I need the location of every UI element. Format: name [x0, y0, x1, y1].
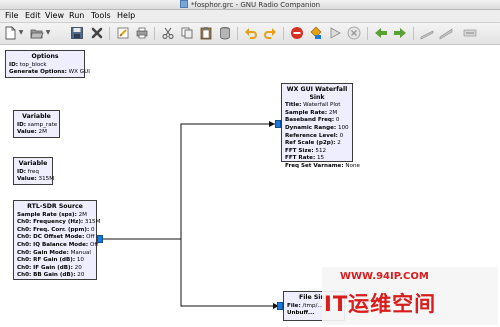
block-param: Ch0: Gain Mode: Manual	[17, 249, 91, 256]
menu-help[interactable]: Help	[117, 10, 135, 22]
waterfall-input-port[interactable]	[275, 120, 281, 128]
block-param: FFT Size: 512	[285, 147, 327, 154]
redo-icon[interactable]	[263, 26, 277, 40]
block-param: Ch0: DC Offset Mode: Off	[17, 234, 95, 241]
close-icon[interactable]	[90, 26, 104, 40]
block-param: Value: 315M	[17, 176, 55, 183]
block-param: Ref Scale (p2p): 2	[285, 140, 341, 147]
block-param: Value: 2M	[17, 129, 47, 136]
block-title: Variable	[18, 160, 48, 167]
new-icon[interactable]	[3, 26, 17, 40]
generate-icon[interactable]	[309, 26, 323, 40]
block-param: ID: samp_rate	[17, 121, 58, 128]
block-param: FFT Rate: 15	[285, 155, 325, 162]
execute-icon[interactable]	[328, 26, 342, 40]
block-title: RTL-SDR Source	[27, 203, 83, 210]
bypass-icon[interactable]	[463, 26, 477, 40]
menu-view[interactable]: View	[45, 10, 64, 22]
paste-icon[interactable]	[199, 26, 213, 40]
block-param: Dynamic Range: 100	[285, 124, 349, 131]
window-titlebar: *fosphor.grc - GNU Radio Companion	[0, 0, 500, 10]
toolbar-separator	[237, 27, 238, 40]
toolbar-separator	[413, 27, 414, 40]
block-param: Sample Rate (sps): 2M	[17, 211, 87, 218]
window-title-wrap: *fosphor.grc - GNU Radio Companion	[0, 0, 500, 10]
toolbar-separator	[283, 27, 284, 40]
watermark-url: WWW.94IP.COM	[340, 271, 429, 282]
toolbar-separator	[367, 27, 368, 40]
print-icon[interactable]	[135, 26, 149, 40]
open-icon[interactable]	[30, 26, 44, 40]
block-param: Title: Waterfall Plot	[285, 102, 341, 109]
watermark: WWW.94IP.COM IT运维空间	[322, 267, 498, 325]
save-icon[interactable]	[70, 26, 84, 40]
block-param: Ch0: BB Gain (dB): 20	[17, 272, 85, 279]
connection-wire	[180, 239, 279, 307]
file-sink-input-port[interactable]	[277, 302, 283, 310]
menu-run[interactable]: Run	[69, 10, 84, 22]
rtl-sdr-output-port[interactable]	[97, 235, 103, 243]
delete-icon[interactable]	[218, 26, 232, 40]
block-param: Ch0: Frequency (Hz): 315M	[17, 219, 101, 226]
back-icon[interactable]	[374, 26, 388, 40]
undo-icon[interactable]	[244, 26, 258, 40]
block-param: Generate Options: WX GUI	[9, 69, 90, 76]
block-param: Ch0: Freq. Corr. (ppm): 0	[17, 226, 95, 233]
toolbar: ▼ ▼	[0, 23, 500, 45]
block-title: Options	[31, 53, 59, 60]
menu-file[interactable]: File	[5, 10, 18, 22]
toolbar-separator	[109, 27, 110, 40]
block-title: Variable	[22, 113, 51, 120]
block-param: Freq Set Varname: None	[285, 162, 360, 169]
block-param: Ch0: RF Gain (dB): 10	[17, 257, 84, 264]
cut-icon[interactable]	[161, 26, 175, 40]
block-param: Ch0: IQ Balance Mode: Off	[17, 241, 99, 248]
block-param: Reference Level: 0	[285, 132, 344, 139]
block-param: Ch0: IF Gain (dB): 20	[17, 264, 82, 271]
disable-icon[interactable]	[420, 26, 434, 40]
enable-icon[interactable]	[439, 26, 453, 40]
copy-icon[interactable]	[180, 26, 194, 40]
menu-tools[interactable]: Tools	[91, 10, 111, 22]
open-dropdown-icon[interactable]: ▼	[45, 26, 51, 40]
menu-bar: File Edit View Run Tools Help	[0, 10, 500, 23]
error-icon[interactable]	[290, 26, 304, 40]
block-param: ID: freq	[17, 168, 39, 175]
toolbar-separator	[154, 27, 155, 40]
forward-icon[interactable]	[393, 26, 407, 40]
block-param: Sample Rate: 2M	[285, 109, 338, 116]
app-icon	[179, 0, 188, 8]
connection-wire	[103, 123, 275, 240]
watermark-logo: IT运维空间	[324, 292, 437, 316]
options-block[interactable]: Options ID: top_block Generate Options: …	[5, 50, 90, 78]
block-param: ID: top_block	[9, 61, 47, 68]
variable-samp-rate-block[interactable]: Variable ID: samp_rate Value: 2M	[13, 110, 60, 138]
waterfall-sink-block[interactable]: WX GUI Waterfall Sink Title: Waterfall P…	[281, 83, 360, 169]
menu-edit[interactable]: Edit	[25, 10, 41, 22]
new-dropdown-icon[interactable]: ▼	[18, 26, 24, 40]
variable-freq-block[interactable]: Variable ID: freq Value: 315M	[13, 157, 55, 185]
rtl-sdr-source-block[interactable]: RTL-SDR Source Sample Rate (sps): 2M Ch0…	[13, 200, 101, 280]
block-param: Baseband Freq: 0	[285, 117, 340, 124]
window-title: *fosphor.grc - GNU Radio Companion	[190, 1, 321, 9]
properties-icon[interactable]	[116, 26, 130, 40]
kill-icon[interactable]	[347, 26, 361, 40]
block-title: WX GUI Waterfall Sink	[286, 86, 348, 101]
